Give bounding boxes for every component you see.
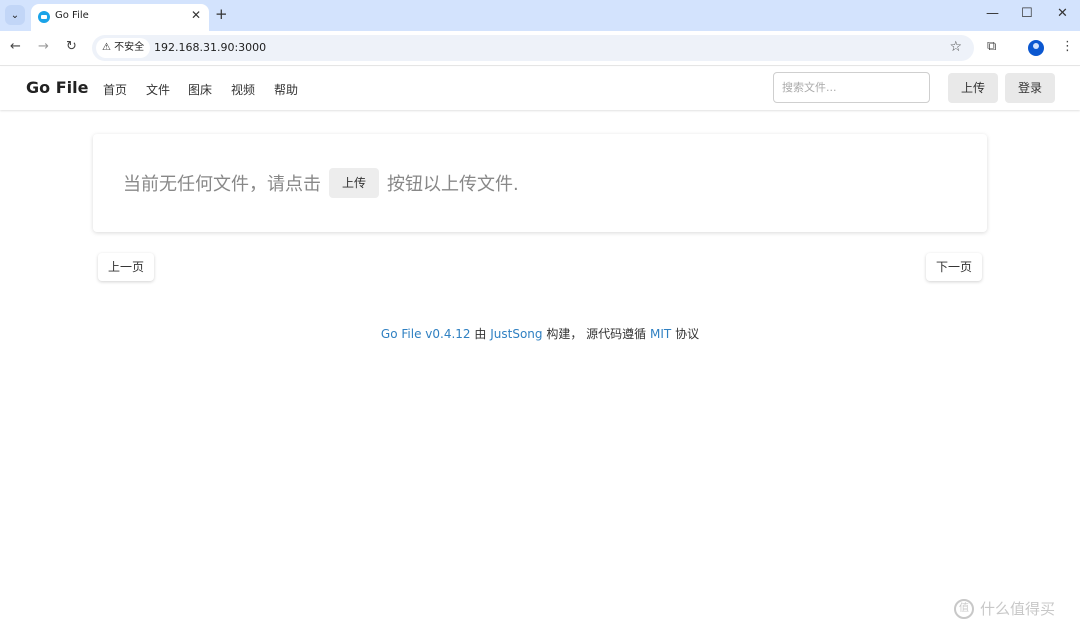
author-link[interactable]: JustSong — [490, 327, 542, 341]
brand-logo[interactable]: Go File — [26, 78, 88, 97]
inline-upload-button[interactable]: 上传 — [329, 168, 380, 198]
footer-by: 由 — [474, 327, 487, 341]
close-icon[interactable]: ✕ — [191, 8, 201, 22]
back-icon[interactable]: ← — [10, 39, 21, 54]
maximize-icon[interactable]: ☐ — [1021, 6, 1033, 21]
search-input[interactable]: 搜索文件... — [773, 72, 930, 103]
login-button[interactable]: 登录 — [1005, 73, 1055, 103]
app-version-link[interactable]: Go File v0.4.12 — [381, 327, 471, 341]
upload-button[interactable]: 上传 — [948, 73, 998, 103]
nav-item-videos[interactable]: 视频 — [231, 81, 255, 98]
url-text[interactable]: 192.168.31.90:3000 — [154, 41, 266, 54]
favicon-icon — [38, 11, 50, 23]
forward-icon[interactable]: → — [38, 39, 49, 54]
browser-tab[interactable]: Go File ✕ — [31, 4, 209, 31]
next-page-button[interactable]: 下一页 — [926, 253, 983, 281]
license-link[interactable]: MIT — [650, 327, 671, 341]
watermark-logo-icon: 值 — [954, 598, 974, 619]
watermark-text: 什么值得买 — [980, 600, 1056, 618]
browser-tabstrip: ⌄ Go File ✕ + — ☐ ✕ — [0, 0, 1080, 31]
footer-built-text: 构建， 源代码遵循 — [546, 327, 647, 341]
empty-state-message: 当前无任何文件，请点击 上传 按钮以上传文件. — [123, 168, 519, 198]
extensions-icon[interactable]: ⧉ — [987, 39, 996, 54]
nav-item-home[interactable]: 首页 — [103, 81, 127, 98]
empty-files-card: 当前无任何文件，请点击 上传 按钮以上传文件. — [93, 134, 987, 232]
window-close-icon[interactable]: ✕ — [1057, 6, 1068, 21]
footer: Go File v0.4.12 由 JustSong 构建， 源代码遵循 MIT… — [0, 325, 1080, 342]
address-bar[interactable]: ⚠ 不安全 192.168.31.90:3000 ☆ — [92, 35, 974, 61]
reload-icon[interactable]: ↻ — [66, 39, 77, 54]
menu-icon[interactable]: ⋮ — [1061, 39, 1074, 54]
empty-text-before: 当前无任何文件，请点击 — [123, 174, 321, 195]
browser-toolbar: ← → ↻ ⚠ 不安全 192.168.31.90:3000 ☆ ⧉ ⋮ — [0, 31, 1080, 66]
minimize-icon[interactable]: — — [986, 6, 999, 21]
footer-license-suffix: 协议 — [675, 327, 700, 341]
tab-search-icon[interactable]: ⌄ — [5, 5, 25, 25]
site-navbar: Go File 首页 文件 图床 视频 帮助 搜索文件... 上传 登录 — [0, 67, 1080, 110]
tab-title: Go File — [55, 10, 89, 21]
nav-item-help[interactable]: 帮助 — [274, 81, 298, 98]
nav-item-images[interactable]: 图床 — [188, 81, 212, 98]
profile-avatar-icon[interactable] — [1028, 40, 1044, 56]
insecure-badge[interactable]: ⚠ 不安全 — [96, 38, 151, 58]
prev-page-button[interactable]: 上一页 — [98, 253, 155, 281]
bookmark-star-icon[interactable]: ☆ — [949, 39, 962, 55]
watermark: 值 什么值得买 — [954, 598, 1055, 619]
nav-item-files[interactable]: 文件 — [146, 81, 170, 98]
new-tab-icon[interactable]: + — [215, 5, 228, 23]
empty-text-after: 按钮以上传文件. — [387, 174, 519, 195]
